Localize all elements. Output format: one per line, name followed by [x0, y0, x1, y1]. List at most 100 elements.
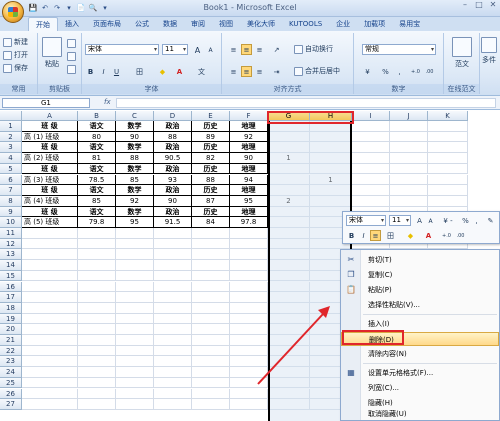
row-header-24[interactable]: 24 [0, 367, 22, 378]
empty-cell[interactable] [154, 356, 192, 368]
row-header-7[interactable]: 7 [0, 185, 22, 196]
table-cell[interactable]: 地理 [230, 163, 268, 175]
empty-cell[interactable] [22, 335, 78, 346]
paste-button[interactable]: 粘贴 [42, 37, 62, 69]
empty-cell[interactable] [154, 399, 192, 410]
empty-cell[interactable] [192, 302, 230, 314]
mini-italic-button[interactable]: I [358, 230, 369, 241]
empty-cell[interactable] [78, 281, 116, 293]
empty-cell[interactable] [116, 228, 154, 239]
comma-button[interactable]: , [394, 66, 405, 77]
indent-button[interactable]: ⇥ [271, 66, 282, 77]
empty-cell[interactable] [192, 377, 230, 389]
table-cell[interactable]: 85 [116, 174, 154, 186]
office-button[interactable] [2, 1, 24, 23]
table-cell[interactable]: 90.5 [154, 153, 192, 164]
empty-cell[interactable] [78, 377, 116, 389]
table-cell[interactable]: 95 [116, 217, 154, 228]
fx-icon[interactable]: fx [104, 98, 111, 106]
empty-cell[interactable] [192, 356, 230, 368]
row-header-11[interactable]: 11 [0, 228, 22, 239]
empty-cell[interactable] [230, 388, 268, 400]
mini-increase-decimal-button[interactable]: +.0 [441, 230, 452, 241]
italic-button[interactable]: I [98, 66, 109, 77]
empty-cell[interactable] [154, 228, 192, 239]
row-header-26[interactable]: 26 [0, 388, 22, 400]
column-header-d[interactable]: D [154, 111, 192, 121]
table-cell[interactable]: 班 级 [22, 206, 78, 218]
table-cell[interactable]: 历史 [192, 142, 230, 154]
tab-yiyongbao[interactable]: 易用宝 [392, 17, 427, 31]
mini-percent-button[interactable]: % [460, 215, 471, 226]
table-cell[interactable]: 97.8 [230, 217, 268, 228]
row-header-17[interactable]: 17 [0, 292, 22, 303]
row-header-15[interactable]: 15 [0, 270, 22, 282]
tab-enterprise[interactable]: 企业 [329, 17, 357, 31]
empty-cell[interactable] [154, 367, 192, 378]
row-header-9[interactable]: 9 [0, 206, 22, 218]
table-cell[interactable]: 80 [78, 131, 116, 143]
row-header-20[interactable]: 20 [0, 324, 22, 335]
row-header-22[interactable]: 22 [0, 345, 22, 357]
merge-center-button[interactable]: 合并后居中 [294, 66, 340, 76]
table-cell[interactable]: 88 [116, 153, 154, 164]
empty-cell[interactable] [116, 313, 154, 325]
empty-cell[interactable] [22, 302, 78, 314]
empty-cell[interactable] [78, 228, 116, 239]
align-center-button[interactable]: ≡ [241, 66, 252, 77]
empty-cell[interactable] [116, 292, 154, 303]
row-header-3[interactable]: 3 [0, 142, 22, 154]
empty-cell[interactable] [78, 302, 116, 314]
empty-cell[interactable] [154, 281, 192, 293]
empty-cell[interactable] [352, 153, 390, 164]
table-cell[interactable]: 85 [78, 195, 116, 207]
empty-cell[interactable] [428, 153, 468, 164]
empty-cell[interactable] [22, 260, 78, 271]
table-cell[interactable]: 班 级 [22, 142, 78, 154]
mini-font-select[interactable]: 宋体 [346, 215, 386, 226]
table-cell[interactable]: 93 [154, 174, 192, 186]
empty-cell[interactable] [352, 195, 390, 207]
row-header-14[interactable]: 14 [0, 260, 22, 271]
empty-cell[interactable] [78, 399, 116, 410]
empty-cell[interactable] [154, 270, 192, 282]
tab-formulas[interactable]: 公式 [128, 17, 156, 31]
table-cell[interactable]: 82 [192, 153, 230, 164]
menu-item-clear-contents[interactable]: 清除内容(N) [341, 347, 499, 361]
menu-item-cut[interactable]: ✂ 剪切(T) [341, 253, 499, 267]
mini-decrease-decimal-button[interactable]: .00 [455, 230, 466, 241]
column-header-e[interactable]: E [192, 111, 230, 121]
table-cell[interactable]: 高 (1) 班级 [22, 131, 78, 143]
empty-cell[interactable] [352, 142, 390, 154]
empty-cell[interactable] [78, 388, 116, 400]
empty-cell[interactable] [390, 163, 428, 175]
empty-cell[interactable] [78, 324, 116, 335]
align-top-button[interactable]: ≡ [228, 44, 239, 55]
fill-color-button[interactable]: ◆ [157, 66, 168, 77]
table-cell[interactable]: 班 级 [22, 121, 78, 132]
empty-cell[interactable] [230, 249, 268, 261]
align-right-button[interactable]: ≡ [254, 66, 265, 77]
empty-cell[interactable] [230, 345, 268, 357]
mini-font-color-button[interactable]: A [423, 230, 434, 241]
font-size-select[interactable]: 11 [162, 44, 188, 55]
table-cell[interactable]: 92 [116, 195, 154, 207]
empty-cell[interactable] [230, 356, 268, 368]
empty-cell[interactable] [116, 377, 154, 389]
column-header-b[interactable]: B [78, 111, 116, 121]
table-cell[interactable]: 历史 [192, 185, 230, 196]
empty-cell[interactable] [230, 260, 268, 271]
table-cell[interactable]: 87 [192, 195, 230, 207]
fanwen-button[interactable]: 范文 [452, 37, 472, 69]
empty-cell[interactable] [154, 377, 192, 389]
empty-cell[interactable] [154, 335, 192, 346]
empty-cell[interactable] [22, 281, 78, 293]
tab-data[interactable]: 数据 [156, 17, 184, 31]
empty-cell[interactable] [22, 377, 78, 389]
menu-item-paste-special[interactable]: 选择性粘贴(V)... [341, 298, 499, 312]
table-cell[interactable]: 92 [230, 131, 268, 143]
formula-input[interactable] [116, 98, 496, 108]
table-cell[interactable]: 90 [116, 131, 154, 143]
empty-cell[interactable] [428, 163, 468, 175]
empty-cell[interactable] [22, 345, 78, 357]
